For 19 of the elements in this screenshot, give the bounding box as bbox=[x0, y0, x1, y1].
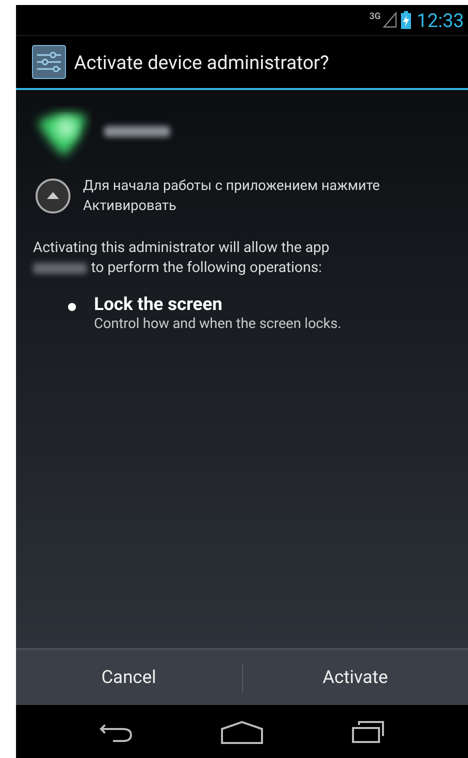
policy-title: Lock the screen bbox=[94, 294, 224, 315]
description-text: to perform the following operations: bbox=[91, 258, 322, 278]
recent-apps-icon[interactable] bbox=[350, 720, 385, 744]
signal-icon bbox=[382, 12, 397, 28]
clock-time: 12:33 bbox=[416, 8, 464, 32]
battery-charging-icon bbox=[400, 11, 411, 29]
cancel-button[interactable]: Cancel bbox=[16, 650, 242, 705]
home-icon[interactable] bbox=[220, 720, 264, 744]
dialog-title: Activate device administrator? bbox=[74, 50, 329, 74]
bullet-icon bbox=[68, 303, 76, 311]
description-text: Activating this administrator will allow the app bbox=[33, 238, 330, 258]
network-type: 3G bbox=[369, 12, 381, 22]
policy-description: Control how and when the screen locks. bbox=[94, 316, 342, 332]
settings-sliders-icon bbox=[32, 45, 66, 79]
redacted-app-name bbox=[33, 262, 87, 274]
collapse-icon[interactable] bbox=[35, 178, 71, 214]
notice-text: Для начала работы с приложением нажмите Активировать bbox=[83, 177, 381, 216]
redacted-app-name bbox=[104, 126, 170, 136]
activate-button[interactable]: Activate bbox=[242, 650, 468, 705]
